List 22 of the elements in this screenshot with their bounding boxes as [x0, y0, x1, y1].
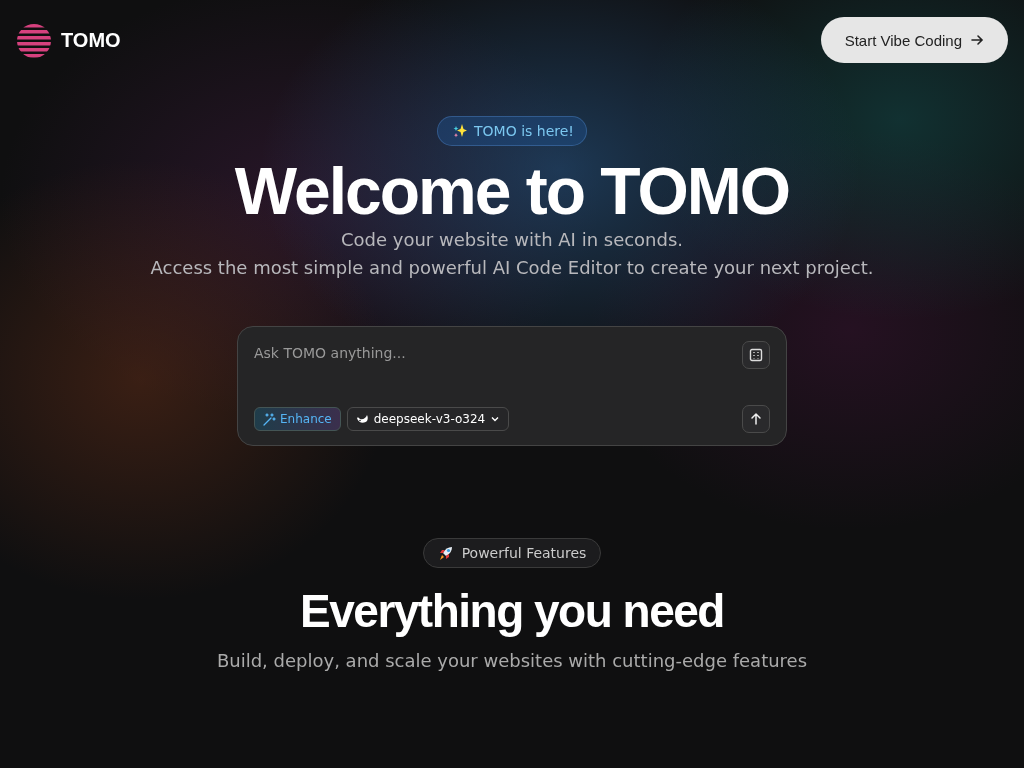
rocket-icon: [437, 545, 454, 561]
chevron-down-icon: [490, 414, 501, 424]
model-dropdown[interactable]: deepseek-v3-o324: [346, 407, 510, 431]
send-button[interactable]: [742, 405, 770, 433]
hero-subtitle: Access the most simple and powerful AI Code Editor to create your next project.: [150, 256, 874, 280]
hero-title: Welcome to TOMO: [234, 153, 790, 230]
start-coding-button[interactable]: Start Vibe Coding: [820, 17, 1008, 63]
section-subtitle: Build, deploy, and scale your websites with cutting-edge features: [216, 650, 808, 671]
magic-wand-icon: [263, 412, 276, 426]
section-title: Everything you need: [300, 584, 724, 639]
enhance-button[interactable]: Enhance: [254, 407, 341, 431]
logo-icon: [16, 22, 52, 58]
announcement-badge: TOMO is here!: [437, 116, 587, 146]
prompt-input[interactable]: Ask TOMO anything...: [254, 341, 694, 365]
arrow-up-icon: [749, 412, 763, 426]
hero-subtitle: Code your website with AI in seconds.: [339, 228, 685, 252]
brand-name: TOMO: [61, 28, 121, 52]
layout-button[interactable]: [742, 341, 770, 369]
arrow-right-icon: [970, 33, 984, 47]
features-badge: Powerful Features: [422, 538, 602, 568]
grid-icon: [749, 348, 763, 362]
sparkle-icon: [452, 123, 469, 139]
